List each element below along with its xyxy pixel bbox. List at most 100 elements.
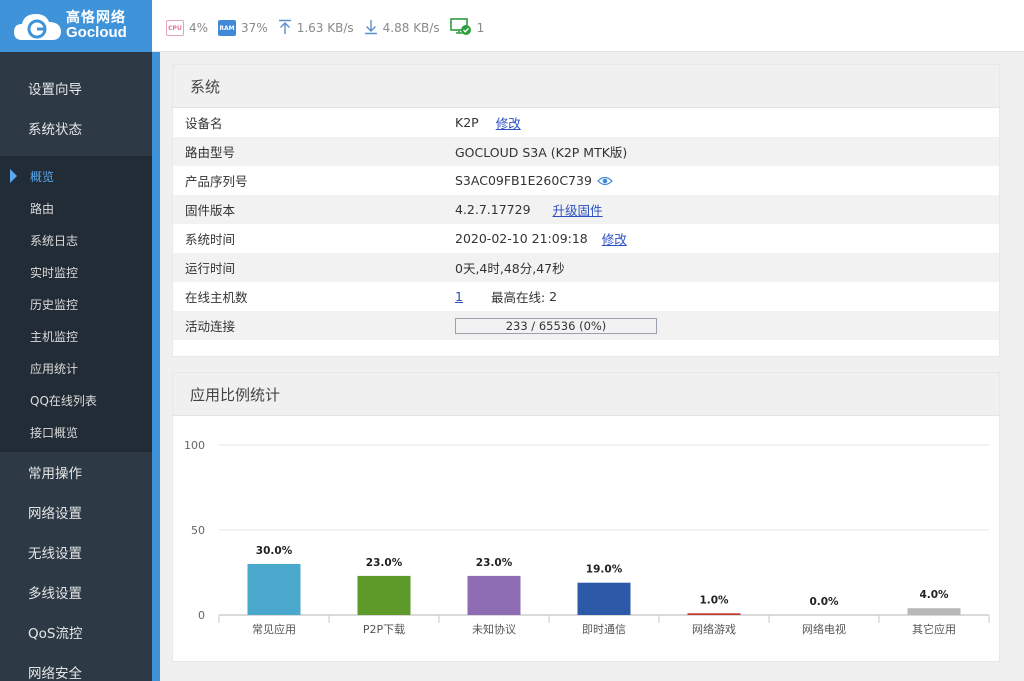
device-name-label: 设备名 [185,116,223,131]
ram-icon: RAM [218,20,237,36]
app-stats-panel: 应用比例统计 0 50 100 30.0% 常见应用 23.0% P2P下载 23.0% 未知协… [172,372,1000,662]
row-online-hosts: 在线主机数 1 最高在线: 2 [173,282,999,311]
upload-rate: 1.63 KB/s [278,19,354,38]
status-bar: CPU 4% RAM 37% 1.63 KB/s 4.88 KB/s 1 [166,17,494,39]
nav-realtime-monitor[interactable]: 实时监控 [0,256,152,288]
app-stats-chart: 0 50 100 30.0% 常见应用 23.0% P2P下载 23.0% 未知协议 19.0% 即… [184,439,990,636]
sidebar: 设置向导 系统状态 概览 路由 系统日志 实时监控 历史监控 主机监控 应用统计… [0,52,160,681]
system-time-value: 2020-02-10 21:09:18 [455,231,588,246]
cpu-usage: CPU 4% [166,20,208,36]
system-panel: 系统 设备名 K2P 修改 路由型号 GOCLOUD S3A (K2P MTK版… [172,64,1000,357]
active-connections-bar: 233 / 65536 (0%) [455,317,657,334]
x-tick-label: 常见应用 [252,622,296,636]
edit-time-link[interactable]: 修改 [602,229,627,248]
top-bar: 高恪网络 Gocloud CPU 4% RAM 37% 1.63 KB/s 4.… [0,0,1024,52]
upload-arrow-icon [278,19,292,38]
nav-system-log[interactable]: 系统日志 [0,224,152,256]
device-name-value: K2P [455,115,479,130]
nav-system-status[interactable]: 系统状态 [0,108,152,148]
data-label: 19.0% [586,564,623,576]
brand-name-en: Gocloud [66,24,127,42]
nav-interface-overview[interactable]: 接口概览 [0,416,152,448]
system-panel-title: 系统 [173,65,999,108]
data-label: 1.0% [699,594,729,606]
bar [247,564,301,615]
nav-route[interactable]: 路由 [0,192,152,224]
system-status-submenu: 概览 路由 系统日志 实时监控 历史监控 主机监控 应用统计 QQ在线列表 接口… [0,156,152,452]
ram-value: 37% [241,21,268,35]
bar [577,582,631,615]
system-info-table: 设备名 K2P 修改 路由型号 GOCLOUD S3A (K2P MTK版) 产… [173,108,999,340]
data-label: 4.0% [919,589,949,601]
x-tick-label: P2P下载 [363,623,405,636]
serial-label: 产品序列号 [185,174,248,189]
x-tick-label: 未知协议 [472,622,516,636]
data-label: 30.0% [256,545,293,557]
online-hosts-label: 在线主机数 [185,290,248,305]
brand-name-cn: 高恪网络 [66,9,126,26]
nav-common-ops[interactable]: 常用操作 [0,452,152,492]
row-serial: 产品序列号 S3AC09FB1E260C739 [173,166,999,195]
bar [467,575,521,615]
model-label: 路由型号 [185,145,236,160]
app-stats-title: 应用比例统计 [173,373,999,416]
bar [357,575,411,615]
cpu-value: 4% [189,21,209,35]
row-firmware: 固件版本 4.2.7.17729 升级固件 [173,195,999,224]
firmware-value: 4.2.7.17729 [455,202,531,217]
download-rate: 4.88 KB/s [364,19,440,38]
firmware-label: 固件版本 [185,203,236,218]
nav-qos[interactable]: QoS流控 [0,612,152,652]
data-label: 23.0% [366,557,403,569]
nav-host-monitor[interactable]: 主机监控 [0,320,152,352]
nav-app-stats[interactable]: 应用统计 [0,352,152,384]
row-device-name: 设备名 K2P 修改 [173,108,999,137]
monitor-online-icon [449,17,472,39]
nav-network-security[interactable]: 网络安全 [0,652,152,681]
download-arrow-icon [364,19,378,38]
data-label: 0.0% [809,596,839,608]
uptime-value: 0天,4时,48分,47秒 [455,261,565,276]
serial-value: S3AC09FB1E260C739 [455,173,592,188]
row-system-time: 系统时间 2020-02-10 21:09:18 修改 [173,224,999,253]
bar [687,613,741,615]
y-tick-label: 50 [191,524,205,537]
row-active-connections: 活动连接 233 / 65536 (0%) [173,311,999,340]
eye-icon[interactable] [597,175,613,187]
download-value: 4.88 KB/s [382,21,440,35]
nav-network-settings[interactable]: 网络设置 [0,492,152,532]
x-tick-label: 其它应用 [912,622,956,636]
nav-history-monitor[interactable]: 历史监控 [0,288,152,320]
bar [907,608,961,615]
max-online-value: 2 [549,289,558,304]
nav-multiwan-settings[interactable]: 多线设置 [0,572,152,612]
data-label: 23.0% [476,557,513,569]
nav-setup-wizard[interactable]: 设置向导 [0,68,152,108]
x-tick-label: 即时通信 [582,623,626,636]
sidebar-accent-rail [152,52,160,681]
online-hosts[interactable]: 1 [449,17,485,39]
max-online-label: 最高在线: [490,290,546,305]
cloud-logo-icon [12,8,64,44]
row-uptime: 运行时间 0天,4时,48分,47秒 [173,253,999,282]
system-time-label: 系统时间 [185,232,236,247]
upgrade-firmware-link[interactable]: 升级固件 [553,200,603,219]
nav-overview[interactable]: 概览 [0,160,152,192]
y-tick-label: 0 [198,609,205,622]
x-tick-label: 网络电视 [802,622,846,636]
upload-value: 1.63 KB/s [296,21,354,35]
edit-device-name-link[interactable]: 修改 [496,113,521,132]
cpu-icon: CPU [166,20,184,36]
online-hosts-link[interactable]: 1 [455,289,463,304]
active-connections-label: 活动连接 [185,319,236,334]
online-hosts-value: 1 [476,21,485,35]
x-tick-label: 网络游戏 [692,622,736,636]
y-tick-label: 100 [184,439,205,452]
row-model: 路由型号 GOCLOUD S3A (K2P MTK版) [173,137,999,166]
app-stats-chart-area: 0 50 100 30.0% 常见应用 23.0% P2P下载 23.0% 未知协议 19.0% 即… [173,416,999,661]
nav-wireless-settings[interactable]: 无线设置 [0,532,152,572]
brand-logo[interactable]: 高恪网络 Gocloud [0,0,152,52]
ram-usage: RAM 37% [218,20,268,36]
nav-qq-online[interactable]: QQ在线列表 [0,384,152,416]
uptime-label: 运行时间 [185,261,236,276]
